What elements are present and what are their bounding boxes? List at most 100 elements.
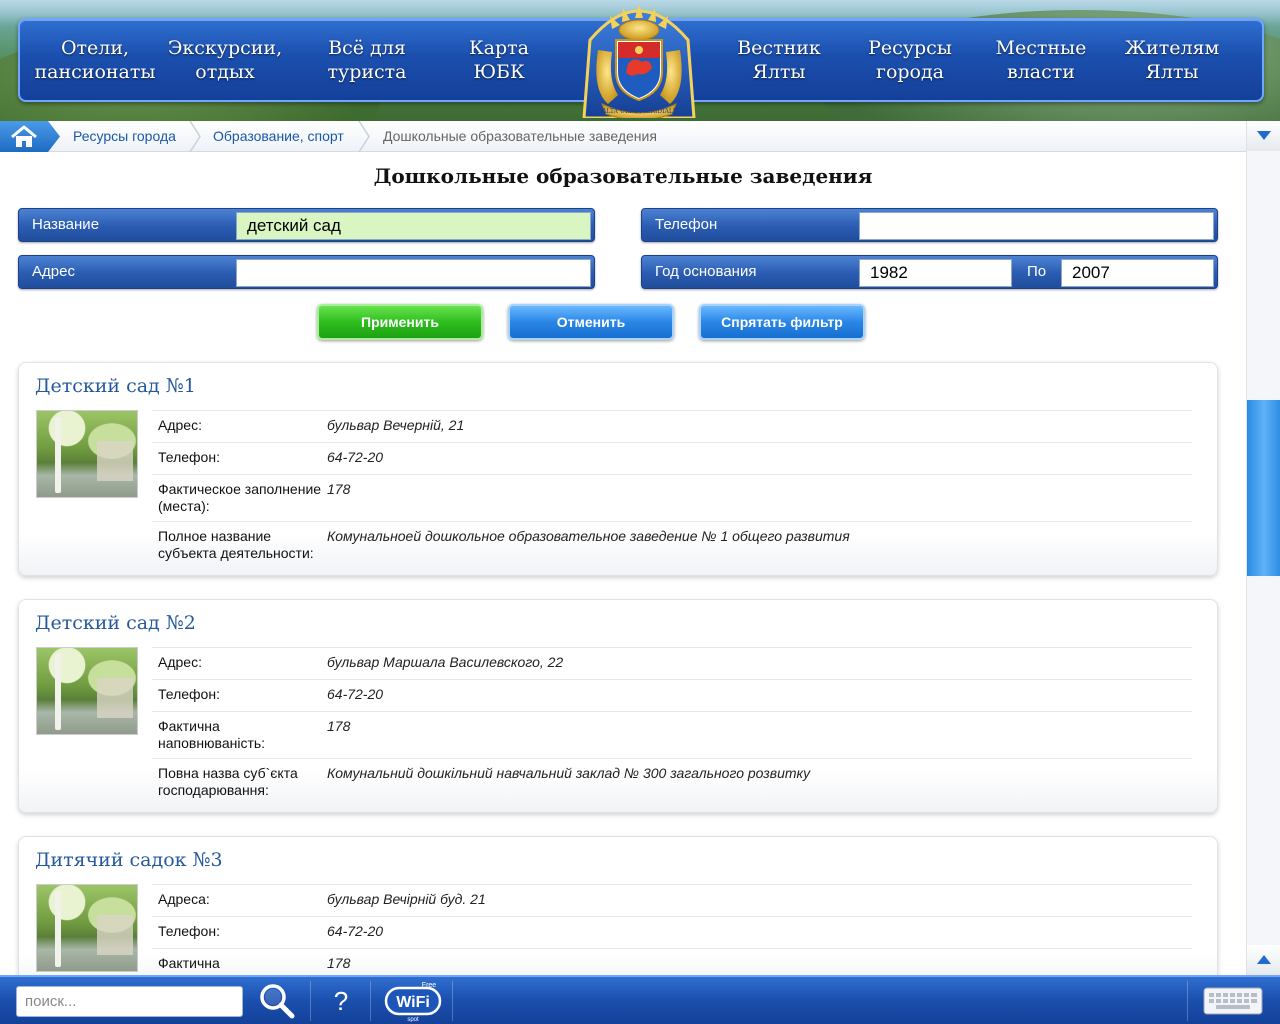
- result-photo[interactable]: [36, 410, 138, 498]
- field-value: 64-72-20: [327, 686, 384, 702]
- field-value: Комунальноей дошкольное образовательное …: [327, 528, 850, 544]
- header-banner: Отели, пансионаты Экскурсии, отдых Всё д…: [0, 0, 1280, 121]
- nav-herald[interactable]: Вестник Ялты: [704, 20, 854, 100]
- hide-filter-button[interactable]: Спрятать фильтр: [699, 304, 865, 340]
- field-label: Телефон:: [158, 686, 220, 702]
- toolbar-divider: [452, 981, 453, 1021]
- filter-year-to-label: По: [1027, 263, 1047, 280]
- keyboard-icon: [1203, 987, 1263, 1015]
- field-value: 178: [327, 955, 351, 971]
- nav-excursions[interactable]: Экскурсии, отдых: [150, 20, 300, 100]
- page-title: Дошкольные образовательные заведения: [373, 164, 873, 188]
- search-icon: [260, 984, 295, 1019]
- scroll-thumb[interactable]: [1247, 400, 1280, 576]
- triangle-up-icon: [1257, 955, 1271, 964]
- search-button[interactable]: [252, 979, 302, 1023]
- result-field-fullname: Повна назва суб`єкта господарювання: Ком…: [152, 758, 1192, 805]
- filter-year-from-input[interactable]: [859, 259, 1012, 287]
- field-value: бульвар Вечірній буд. 21: [327, 891, 486, 907]
- filter-name-input[interactable]: [236, 212, 591, 240]
- result-photo[interactable]: [36, 647, 138, 735]
- nav-local-authorities[interactable]: Местные власти: [966, 20, 1116, 100]
- breadcrumb-education[interactable]: Образование, спорт: [213, 121, 344, 152]
- result-field-address: Адрес: бульвар Вечерній, 21: [152, 410, 1192, 442]
- field-value: 178: [327, 481, 351, 497]
- result-title[interactable]: Детский сад №1: [35, 375, 196, 397]
- nav-hotels[interactable]: Отели, пансионаты: [20, 20, 170, 100]
- result-field-phone: Телефон: 64-72-20: [152, 916, 1192, 948]
- scrollbar[interactable]: [1246, 121, 1280, 975]
- result-title[interactable]: Детский сад №2: [35, 612, 196, 634]
- filter-year-row: Год основания По: [641, 255, 1218, 289]
- filter-address-label: Адрес: [32, 263, 75, 280]
- filter-address-input[interactable]: [236, 259, 591, 287]
- result-field-occupancy: Фактична наповнюваність: 178: [152, 711, 1192, 758]
- filter-name-label: Название: [32, 216, 100, 233]
- result-field-fullname: Полное название субъекта деятельности: К…: [152, 521, 1192, 568]
- home-icon: [11, 125, 37, 147]
- filter-year-to-input[interactable]: [1061, 259, 1214, 287]
- breadcrumb-separator-icon: [189, 121, 201, 152]
- breadcrumb-city-resources[interactable]: Ресурсы города: [73, 121, 176, 152]
- filter-year-label: Год основания: [655, 263, 757, 280]
- nav-for-tourists[interactable]: Всё для туриста: [292, 20, 442, 100]
- wifi-spot-label: spot: [407, 1017, 419, 1022]
- scroll-down-top-button[interactable]: [1247, 121, 1280, 151]
- breadcrumb-home[interactable]: [0, 121, 60, 152]
- help-button[interactable]: ?: [318, 979, 364, 1023]
- field-value: 64-72-20: [327, 449, 384, 465]
- search-input[interactable]: [16, 986, 243, 1017]
- toolbar-divider: [310, 981, 311, 1021]
- result-card: Детский сад №2 Адрес: бульвар Маршала Ва…: [18, 599, 1218, 813]
- scroll-up-button[interactable]: [1247, 945, 1280, 975]
- result-card: Детский сад №1 Адрес: бульвар Вечерній, …: [18, 362, 1218, 576]
- city-crest-logo[interactable]: YALTA URBS MERIDIALIS: [568, 0, 710, 118]
- filter-phone-row: Телефон: [641, 208, 1218, 242]
- field-value: бульвар Маршала Василевского, 22: [327, 654, 564, 670]
- wifi-icon: WiFi Free spot: [384, 982, 442, 1022]
- wifi-label: WiFi: [396, 994, 430, 1011]
- field-label: Телефон:: [158, 923, 220, 939]
- filter-phone-input[interactable]: [859, 212, 1214, 240]
- field-value: Комунальний дошкільний навчальний заклад…: [327, 765, 811, 781]
- nav-city-resources[interactable]: Ресурсы города: [835, 20, 985, 100]
- breadcrumb-current: Дошкольные образовательные заведения: [383, 128, 657, 144]
- field-value: 178: [327, 718, 351, 734]
- field-label: Адреса:: [158, 891, 210, 907]
- nav-residents[interactable]: Жителям Ялты: [1097, 20, 1247, 100]
- field-label: Фактическое заполнение (места):: [158, 481, 322, 514]
- breadcrumb: Ресурсы города Образование, спорт Дошкол…: [0, 121, 1246, 152]
- filter-address-row: Адрес: [18, 255, 595, 289]
- apply-button[interactable]: Применить: [317, 304, 483, 340]
- field-label: Фактична: [158, 955, 220, 971]
- filter-phone-label: Телефон: [655, 216, 718, 233]
- toolbar-divider: [370, 981, 371, 1021]
- field-label: Повна назва суб`єкта господарювання:: [158, 765, 298, 798]
- filter-name-row: Название: [18, 208, 595, 242]
- wifi-badge[interactable]: WiFi Free spot: [382, 979, 444, 1023]
- field-label: Телефон:: [158, 449, 220, 465]
- breadcrumb-separator-icon: [358, 121, 370, 152]
- result-card: Дитячий садок №3 Адреса: бульвар Вечірні…: [18, 836, 1218, 986]
- result-photo[interactable]: [36, 884, 138, 972]
- nav-map[interactable]: Карта ЮБК: [424, 20, 574, 100]
- result-field-occupancy: Фактическое заполнение (места): 178: [152, 474, 1192, 521]
- triangle-down-icon: [1257, 131, 1271, 140]
- crest-motto: YALTA URBS MERIDIALIS: [598, 108, 680, 115]
- field-label: Фактична наповнюваність:: [158, 718, 266, 751]
- cancel-button[interactable]: Отменить: [508, 304, 674, 340]
- field-value: бульвар Вечерній, 21: [327, 417, 465, 433]
- keyboard-button[interactable]: [1198, 979, 1268, 1023]
- field-label: Адрес:: [158, 654, 202, 670]
- bottom-toolbar: ? WiFi Free spot: [0, 975, 1280, 1024]
- toolbar-divider: [1187, 981, 1188, 1021]
- result-field-address: Адреса: бульвар Вечірній буд. 21: [152, 884, 1192, 916]
- field-value: 64-72-20: [327, 923, 384, 939]
- result-field-address: Адрес: бульвар Маршала Василевского, 22: [152, 647, 1192, 679]
- result-field-phone: Телефон: 64-72-20: [152, 442, 1192, 474]
- field-label: Полное название субъекта деятельности:: [158, 528, 314, 561]
- result-title[interactable]: Дитячий садок №3: [35, 849, 223, 871]
- field-label: Адрес:: [158, 417, 202, 433]
- result-field-phone: Телефон: 64-72-20: [152, 679, 1192, 711]
- wifi-free-label: Free: [422, 982, 437, 989]
